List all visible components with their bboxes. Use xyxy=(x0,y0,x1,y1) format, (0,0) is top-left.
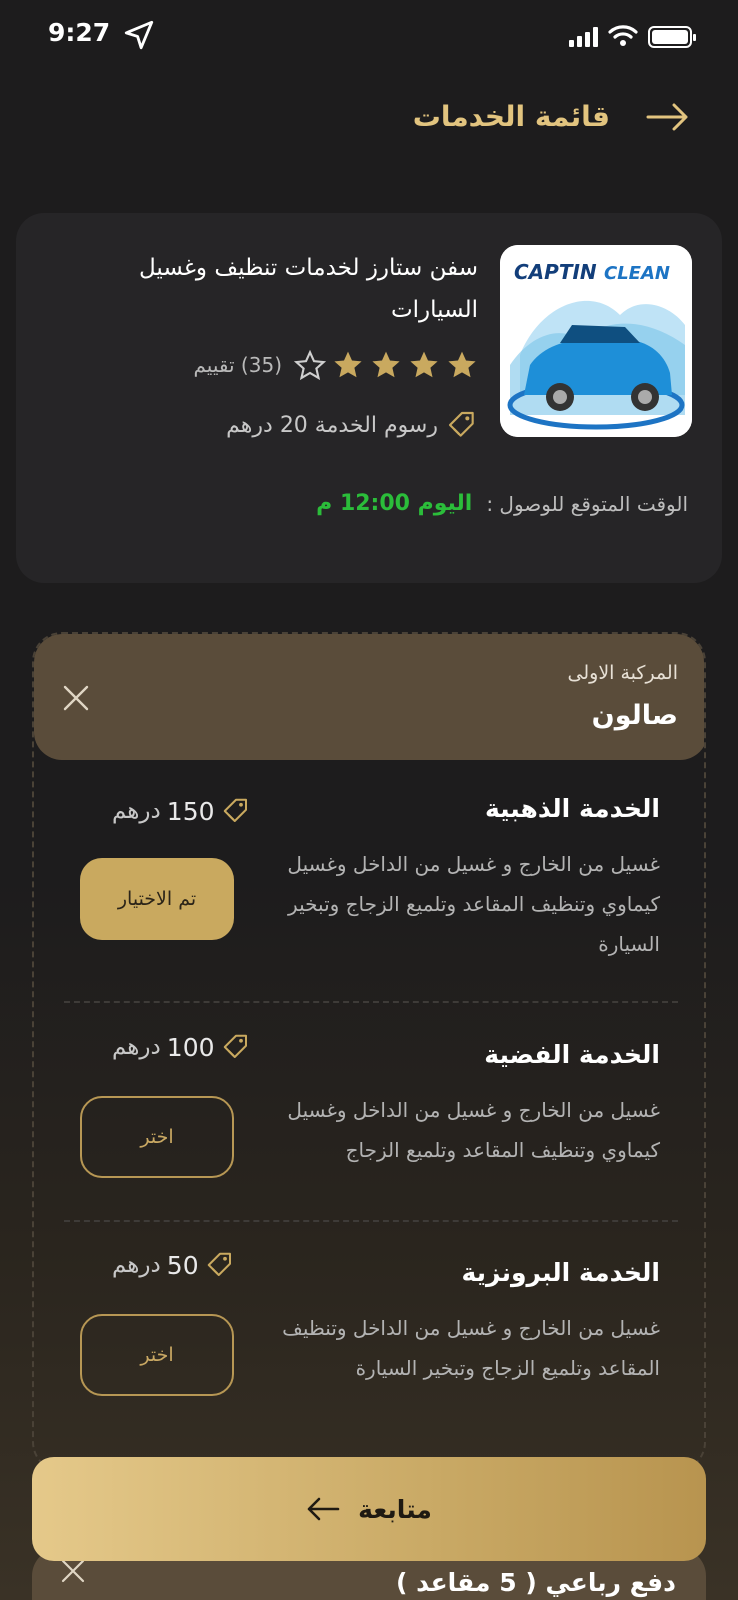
vehicle-header: المركبة الاولى صالون xyxy=(34,634,704,760)
cellular-signal-icon xyxy=(569,27,598,47)
location-arrow-icon xyxy=(122,18,156,56)
price-value: 150 xyxy=(166,796,215,826)
service-price: 150 درهم xyxy=(112,796,251,826)
service-title: الخدمة الفضية xyxy=(484,1040,660,1069)
service-description: غسيل من الخارج و غسيل من الداخل وتنظيف ا… xyxy=(282,1316,660,1380)
next-vehicle-label: دفع رباعي ( 5 مقاعد ) xyxy=(396,1568,676,1597)
logo-text-b: CLEAN xyxy=(604,263,670,284)
page-title: قائمة الخدمات xyxy=(412,100,610,133)
star-filled-icon xyxy=(334,351,362,378)
eta-row: الوقت المتوقع للوصول : اليوم 12:00 م xyxy=(316,491,688,516)
logo-text-a: CAPTIN xyxy=(514,260,597,284)
eta-value: اليوم 12:00 م xyxy=(316,491,473,516)
price-currency: درهم xyxy=(112,1252,161,1278)
store-card: CAPTIN CLEAN سفن ستارز لخدمات تنظيف وغسي… xyxy=(16,213,722,583)
star-filled-icon xyxy=(448,351,476,378)
choose-button[interactable]: اختر xyxy=(80,1314,234,1396)
page-header: قائمة الخدمات xyxy=(413,100,690,133)
divider xyxy=(64,1001,678,1003)
store-rating: (35) تقييم xyxy=(194,349,479,381)
store-name: سفن ستارز لخدمات تنظيف وغسيل السيارات xyxy=(139,255,478,323)
service-price: 50 درهم xyxy=(112,1250,235,1280)
price-tag-icon xyxy=(223,798,247,822)
price-currency: درهم xyxy=(112,798,161,824)
close-icon[interactable] xyxy=(60,1558,86,1584)
rating-count: (35) تقييم xyxy=(193,353,283,377)
continue-button[interactable]: متابعة xyxy=(32,1457,706,1561)
service-description: غسيل من الخارج و غسيل من الداخل وغسيل كي… xyxy=(287,852,660,956)
service-description: غسيل من الخارج و غسيل من الداخل وغسيل كي… xyxy=(287,1098,660,1162)
status-time: 9:27 xyxy=(48,18,111,47)
price-value: 100 xyxy=(166,1032,215,1062)
arrow-left-icon xyxy=(307,1497,340,1521)
store-logo: CAPTIN CLEAN xyxy=(500,245,692,437)
service-option-gold: الخدمة الذهبية غسيل من الخارج و غسيل من … xyxy=(64,794,674,994)
service-title: الخدمة الذهبية xyxy=(484,794,660,823)
eta-label: الوقت المتوقع للوصول : xyxy=(486,491,688,516)
price-currency: درهم xyxy=(112,1034,161,1060)
vehicle-subtitle: المركبة الاولى xyxy=(567,662,678,684)
service-price: 100 درهم xyxy=(112,1032,251,1062)
service-option-silver: الخدمة الفضية غسيل من الخارج و غسيل من ا… xyxy=(64,1033,674,1210)
status-bar: 9:27 xyxy=(0,0,738,70)
battery-icon xyxy=(648,26,696,48)
price-value: 50 xyxy=(166,1250,199,1280)
back-arrow-icon[interactable] xyxy=(646,102,690,132)
service-title: الخدمة البرونزية xyxy=(461,1258,661,1287)
vehicle-panel: المركبة الاولى صالون الخدمة الذهبية غسيل… xyxy=(32,632,706,1472)
service-fee-text: رسوم الخدمة 20 درهم xyxy=(226,412,438,438)
wifi-icon xyxy=(608,24,638,50)
choose-button[interactable]: اختر xyxy=(80,1096,234,1178)
star-empty-icon xyxy=(294,349,326,381)
services-screen: 9:27 قائمة الخدمات CAPTIN CLEAN سفن ستار… xyxy=(0,0,738,1600)
service-option-bronze: الخدمة البرونزية غسيل من الخارج و غسيل م… xyxy=(64,1251,674,1428)
vehicle-type: صالون xyxy=(591,700,678,731)
service-fee: رسوم الخدمة 20 درهم xyxy=(226,409,478,441)
continue-label: متابعة xyxy=(358,1494,432,1524)
close-icon[interactable] xyxy=(62,684,90,712)
selected-button[interactable]: تم الاختيار xyxy=(80,858,234,940)
price-tag-icon xyxy=(448,411,474,437)
star-filled-icon xyxy=(410,351,438,378)
star-filled-icon xyxy=(372,351,400,378)
status-icons xyxy=(569,24,696,50)
divider xyxy=(64,1220,678,1222)
price-tag-icon xyxy=(223,1034,247,1058)
price-tag-icon xyxy=(207,1252,231,1276)
